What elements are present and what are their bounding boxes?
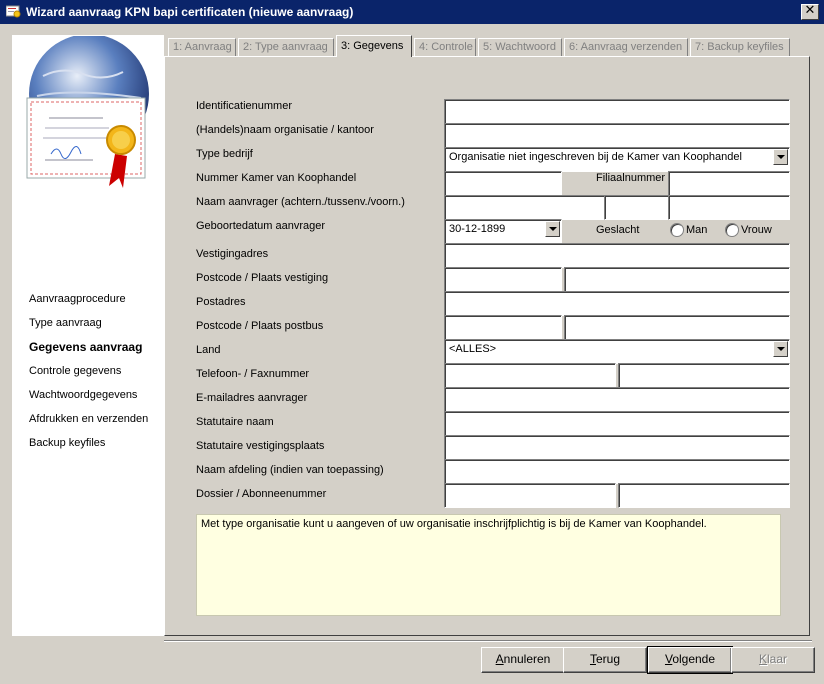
sidebar-item-wachtwoordgegevens: Wachtwoordgegevens: [29, 389, 138, 401]
geboortedatum-picker[interactable]: 30-12-1899: [444, 219, 562, 244]
klaar-label: laar: [767, 652, 788, 666]
label-vrouw: Vrouw: [741, 224, 772, 236]
tab-aanvraag-verzenden[interactable]: 6: Aanvraag verzenden: [564, 38, 688, 56]
help-text-box: Met type organisatie kunt u aangeven of …: [196, 514, 781, 616]
certificate-app-icon: [6, 5, 21, 18]
voornaam-field[interactable]: [668, 195, 790, 220]
volgende-button[interactable]: Volgende: [647, 646, 733, 674]
plaats-postbus-field[interactable]: [564, 315, 790, 340]
postcode-vestiging-field[interactable]: [444, 267, 562, 292]
label-geslacht: Geslacht: [596, 224, 640, 236]
label-geboortedatum: Geboortedatum aanvrager: [196, 220, 326, 232]
certificate-globe-icon: [26, 36, 149, 188]
sidebar-item-backup-keyfiles: Backup keyfiles: [29, 437, 106, 449]
vestigingsadres-field[interactable]: [444, 243, 790, 268]
kvk-field[interactable]: [444, 171, 562, 196]
label-dossier: Dossier / Abonneenummer: [196, 488, 327, 500]
label-naam-aanvrager: Naam aanvrager (achtern./tussenv./voorn.…: [196, 196, 405, 208]
sidebar-item-afdrukken-verzenden: Afdrukken en verzenden: [29, 413, 149, 425]
label-telefoon: Telefoon- / Faxnummer: [196, 368, 310, 380]
postadres-field[interactable]: [444, 291, 790, 316]
label-kvk: Nummer Kamer van Koophandel: [196, 172, 357, 184]
label-postadres: Postadres: [196, 296, 246, 308]
statutaire-naam-field[interactable]: [444, 411, 790, 436]
label-filiaalnummer: Filiaalnummer: [596, 172, 666, 184]
sidebar-item-type-aanvraag: Type aanvraag: [29, 317, 102, 329]
label-type-bedrijf: Type bedrijf: [196, 148, 253, 160]
fax-field[interactable]: [618, 363, 790, 388]
annuleren-label: nnuleren: [503, 652, 551, 666]
tab-controle[interactable]: 4: Controle: [414, 38, 476, 56]
terug-label: erug: [595, 652, 621, 666]
label-postcode-postbus: Postcode / Plaats postbus: [196, 320, 324, 332]
tab-type-aanvraag[interactable]: 2: Type aanvraag: [238, 38, 334, 56]
tab-backup-keyfiles[interactable]: 7: Backup keyfiles: [690, 38, 790, 56]
button-divider: [164, 640, 812, 642]
label-email: E-mailadres aanvrager: [196, 392, 308, 404]
telefoon-field[interactable]: [444, 363, 616, 388]
tussenvoegsel-field[interactable]: [604, 195, 670, 220]
type-bedrijf-select[interactable]: Organisatie niet ingeschreven bij de Kam…: [444, 147, 790, 172]
land-value: <ALLES>: [449, 343, 497, 355]
chevron-down-icon[interactable]: [773, 341, 788, 357]
geboortedatum-value: 30-12-1899: [449, 223, 506, 235]
dossier-field[interactable]: [444, 483, 616, 508]
title-bar: Wizard aanvraag KPN bapi certificaten (n…: [0, 0, 824, 24]
chevron-down-icon[interactable]: [545, 221, 560, 237]
postcode-postbus-field[interactable]: [444, 315, 562, 340]
terug-button[interactable]: Terug: [563, 647, 647, 673]
tab-wachtwoord[interactable]: 5: Wachtwoord: [478, 38, 562, 56]
annuleren-mnemonic: A: [495, 652, 504, 666]
identificatienummer-field[interactable]: [444, 99, 790, 124]
label-postcode-vestiging: Postcode / Plaats vestiging: [196, 272, 329, 284]
abonneenummer-field[interactable]: [618, 483, 790, 508]
tab-aanvraag[interactable]: 1: Aanvraag: [168, 38, 236, 56]
klaar-mnemonic: K: [758, 652, 767, 666]
label-vestigingsadres: Vestigingadres: [196, 248, 269, 260]
chevron-down-icon[interactable]: [773, 149, 788, 165]
plaats-vestiging-field[interactable]: [564, 267, 790, 292]
window-title: Wizard aanvraag KPN bapi certificaten (n…: [26, 5, 354, 19]
label-statutaire-naam: Statutaire naam: [196, 416, 274, 428]
radio-vrouw[interactable]: [725, 223, 739, 237]
close-icon: ✕: [804, 3, 816, 18]
statutaire-plaats-field[interactable]: [444, 435, 790, 460]
filiaalnummer-field[interactable]: [668, 171, 790, 196]
label-afdeling: Naam afdeling (indien van toepassing): [196, 464, 384, 476]
email-field[interactable]: [444, 387, 790, 412]
help-text: Met type organisatie kunt u aangeven of …: [201, 518, 707, 530]
annuleren-button[interactable]: Annuleren: [481, 647, 565, 673]
wizard-sidebar: Aanvraagprocedure Type aanvraag Gegevens…: [12, 35, 164, 636]
tab-gegevens[interactable]: 3: Gegevens: [336, 35, 412, 57]
sidebar-item-gegevens-aanvraag: Gegevens aanvraag: [29, 340, 143, 354]
achternaam-field[interactable]: [444, 195, 606, 220]
label-identificatienummer: Identificatienummer: [196, 100, 292, 112]
close-button[interactable]: ✕: [801, 4, 819, 20]
label-man: Man: [686, 224, 708, 236]
radio-man[interactable]: [670, 223, 684, 237]
label-statutaire-plaats: Statutaire vestigingsplaats: [196, 440, 325, 452]
handelsnaam-field[interactable]: [444, 123, 790, 148]
type-bedrijf-value: Organisatie niet ingeschreven bij de Kam…: [449, 151, 742, 163]
label-land: Land: [196, 344, 221, 356]
land-select[interactable]: <ALLES>: [444, 339, 790, 364]
volgende-label: olgende: [672, 652, 716, 666]
sidebar-item-aanvraagprocedure: Aanvraagprocedure: [29, 293, 126, 305]
afdeling-field[interactable]: [444, 459, 790, 484]
label-handelsnaam: (Handels)naam organisatie / kantoor: [196, 124, 374, 136]
klaar-button[interactable]: Klaar: [731, 647, 815, 673]
sidebar-item-controle-gegevens: Controle gegevens: [29, 365, 122, 377]
